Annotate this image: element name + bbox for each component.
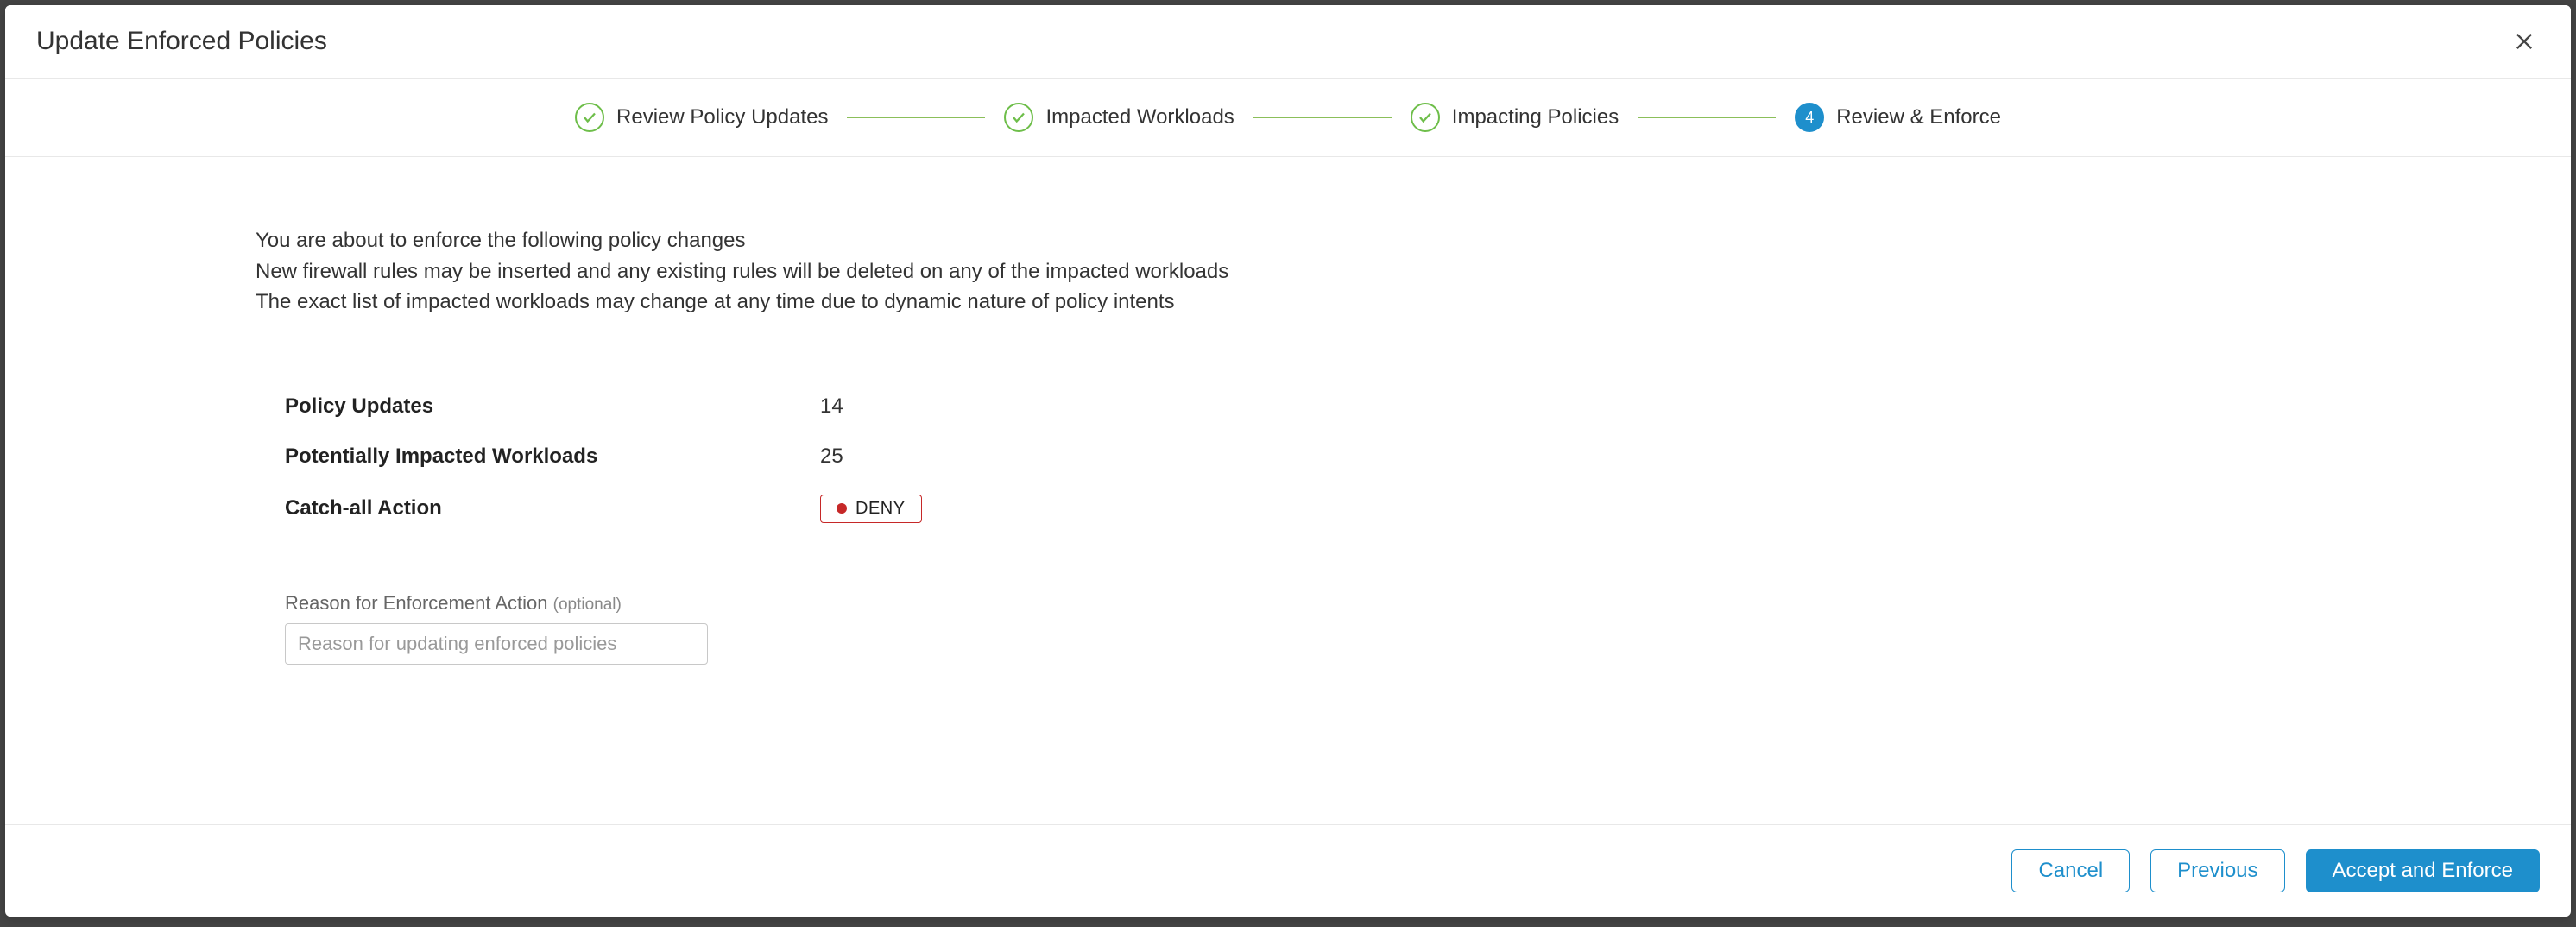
- check-icon: [1004, 103, 1033, 132]
- reason-optional-text: (optional): [553, 596, 622, 614]
- intro-line: The exact list of impacted workloads may…: [256, 287, 2571, 317]
- deny-text: DENY: [856, 499, 906, 519]
- step-connector: [1253, 117, 1392, 118]
- close-button[interactable]: [2509, 26, 2540, 57]
- summary-value: 14: [820, 394, 843, 419]
- previous-button[interactable]: Previous: [2150, 849, 2284, 892]
- step-label: Impacting Policies: [1452, 105, 1619, 129]
- summary-label: Policy Updates: [285, 394, 820, 419]
- deny-dot-icon: [837, 503, 847, 514]
- modal-body: You are about to enforce the following p…: [5, 157, 2571, 824]
- step-label: Review Policy Updates: [616, 105, 828, 129]
- step-impacted-workloads[interactable]: Impacted Workloads: [1004, 103, 1234, 132]
- reason-input[interactable]: [285, 623, 708, 665]
- summary-value: 25: [820, 445, 843, 469]
- summary-value: DENY: [820, 495, 922, 523]
- step-review-and-enforce[interactable]: 4 Review & Enforce: [1795, 103, 2001, 132]
- summary-row-impacted-workloads: Potentially Impacted Workloads 25: [285, 445, 2571, 469]
- cancel-button[interactable]: Cancel: [2011, 849, 2130, 892]
- step-connector: [1638, 117, 1776, 118]
- step-number-badge: 4: [1795, 103, 1824, 132]
- summary-section: Policy Updates 14 Potentially Impacted W…: [285, 394, 2571, 523]
- summary-label: Catch-all Action: [285, 496, 820, 520]
- summary-row-policy-updates: Policy Updates 14: [285, 394, 2571, 419]
- update-enforced-policies-modal: Update Enforced Policies Review Policy U…: [5, 5, 2571, 917]
- check-icon: [1411, 103, 1440, 132]
- step-review-policy-updates[interactable]: Review Policy Updates: [575, 103, 828, 132]
- summary-label: Potentially Impacted Workloads: [285, 445, 820, 469]
- modal-title: Update Enforced Policies: [36, 27, 327, 56]
- close-icon: [2512, 29, 2536, 54]
- summary-row-catch-all: Catch-all Action DENY: [285, 495, 2571, 523]
- wizard-stepper: Review Policy Updates Impacted Workloads…: [5, 79, 2571, 157]
- intro-text: You are about to enforce the following p…: [256, 226, 2571, 317]
- reason-section: Reason for Enforcement Action (optional): [285, 592, 2571, 665]
- step-label: Review & Enforce: [1836, 105, 2001, 129]
- modal-footer: Cancel Previous Accept and Enforce: [5, 824, 2571, 917]
- step-label: Impacted Workloads: [1045, 105, 1234, 129]
- intro-line: You are about to enforce the following p…: [256, 226, 2571, 255]
- accept-and-enforce-button[interactable]: Accept and Enforce: [2306, 849, 2540, 892]
- deny-badge: DENY: [820, 495, 922, 523]
- reason-label-text: Reason for Enforcement Action: [285, 592, 553, 614]
- step-impacting-policies[interactable]: Impacting Policies: [1411, 103, 1619, 132]
- intro-line: New firewall rules may be inserted and a…: [256, 257, 2571, 287]
- check-icon: [575, 103, 604, 132]
- modal-header: Update Enforced Policies: [5, 5, 2571, 79]
- reason-label: Reason for Enforcement Action (optional): [285, 592, 2571, 615]
- step-connector: [847, 117, 985, 118]
